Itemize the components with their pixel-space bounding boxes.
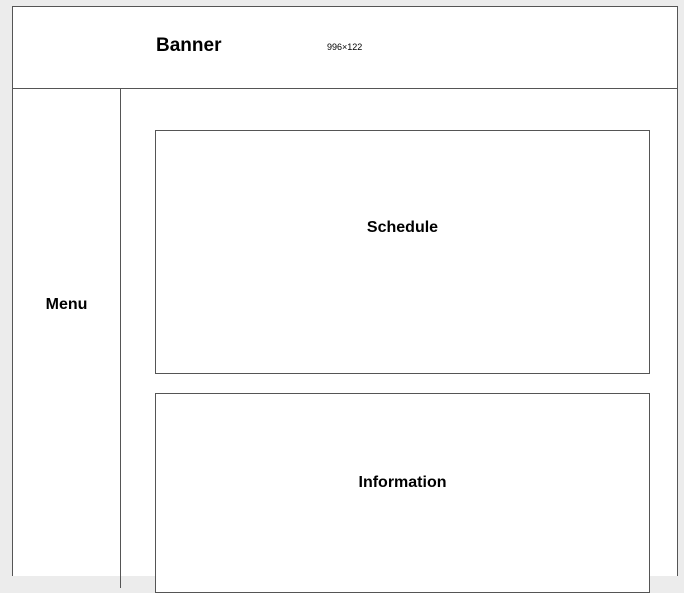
schedule-label: Schedule xyxy=(366,219,439,236)
menu-area: Menu xyxy=(13,88,121,588)
wireframe-layout: Banner 996×122 Menu Schedule Information xyxy=(12,6,678,593)
menu-label: Menu xyxy=(45,296,88,313)
banner-area: Banner 996×122 xyxy=(13,7,677,89)
information-label: Information xyxy=(358,474,447,491)
banner-size-note: 996×122 xyxy=(327,42,363,52)
information-panel: Information xyxy=(155,393,650,593)
schedule-panel: Schedule xyxy=(155,130,650,374)
banner-title: Banner xyxy=(156,35,222,56)
